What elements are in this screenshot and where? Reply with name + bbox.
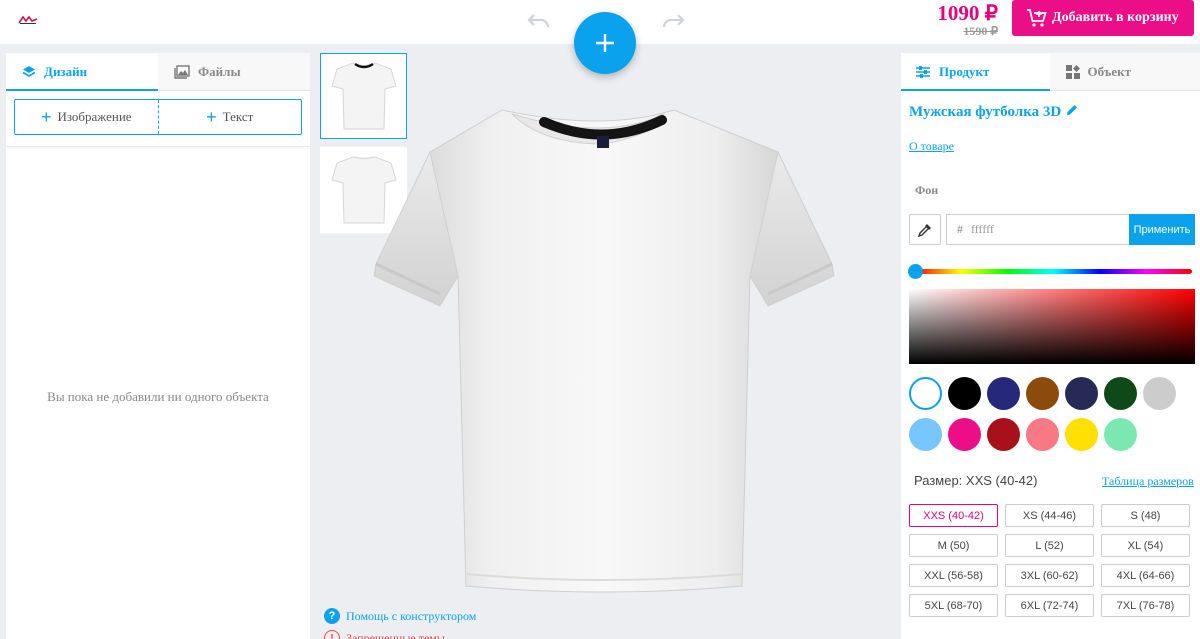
add-object-row: + Изображение + Текст xyxy=(14,99,302,135)
plus-icon: + xyxy=(206,106,217,127)
cart-plus-icon xyxy=(1027,9,1047,27)
color-swatch[interactable] xyxy=(948,418,981,451)
tab-object-label: Объект xyxy=(1087,63,1132,79)
price-block: 1090 ₽ 1590 ₽ xyxy=(928,2,998,38)
color-swatch[interactable] xyxy=(909,377,942,410)
empty-objects-message: Вы пока не добавили ни одного объекта xyxy=(47,389,269,404)
hex-field: # xyxy=(946,214,1129,245)
hue-slider-thumb[interactable] xyxy=(908,264,923,279)
product-title: Мужская футболка 3D xyxy=(909,104,1078,121)
right-tabs: Продукт Объект xyxy=(901,53,1200,91)
tab-files[interactable]: Файлы xyxy=(158,53,310,90)
hex-input[interactable] xyxy=(971,222,1111,237)
question-icon: ? xyxy=(324,608,340,624)
tab-product-label: Продукт xyxy=(939,63,990,79)
color-swatch[interactable] xyxy=(987,418,1020,451)
tshirt-canvas[interactable] xyxy=(372,106,836,600)
saturation-value-picker[interactable] xyxy=(909,289,1195,364)
layers-icon xyxy=(22,65,36,79)
size-options: XXS (40-42) XS (44-46) S (48) M (50) L (52) X… xyxy=(909,504,1190,617)
add-text-button[interactable]: + Текст xyxy=(159,100,302,134)
eyedropper-button[interactable] xyxy=(909,214,941,245)
divider xyxy=(6,146,310,147)
left-panel: Дизайн Файлы + Изображение + Текст Вы пока… xyxy=(6,53,310,639)
color-swatch[interactable] xyxy=(909,418,942,451)
size-option[interactable]: XS (44-46) xyxy=(1005,504,1094,527)
apply-color-button[interactable]: Применить xyxy=(1129,214,1195,245)
forbidden-topics-link[interactable]: ! Запрещенные темы xyxy=(324,630,445,639)
tab-product[interactable]: Продукт xyxy=(901,53,1050,91)
size-option[interactable]: 6XL (72-74) xyxy=(1005,594,1094,617)
add-image-button[interactable]: + Изображение xyxy=(15,100,159,134)
tab-design-label: Дизайн xyxy=(44,63,88,79)
price-old: 1590 ₽ xyxy=(963,24,998,38)
plus-icon: + xyxy=(40,106,52,127)
image-icon xyxy=(174,64,190,79)
product-title-text: Мужская футболка 3D xyxy=(909,104,1062,120)
color-swatch[interactable] xyxy=(1065,377,1098,410)
color-swatch[interactable] xyxy=(1026,377,1059,410)
size-option[interactable]: M (50) xyxy=(909,534,998,557)
add-to-cart-label: Добавить в корзину xyxy=(1052,10,1179,25)
size-option[interactable]: 5XL (68-70) xyxy=(909,594,998,617)
size-table-link[interactable]: Таблица размеров xyxy=(1102,474,1194,489)
size-option[interactable]: XXL (56-58) xyxy=(909,564,998,587)
undo-icon[interactable] xyxy=(526,9,552,31)
color-swatch[interactable] xyxy=(1065,418,1098,451)
eyedropper-icon xyxy=(917,223,931,237)
color-swatch[interactable] xyxy=(1104,418,1137,451)
size-option[interactable]: 3XL (60-62) xyxy=(1005,564,1094,587)
help-link[interactable]: ? Помощь с конструктором xyxy=(324,608,476,624)
left-tabs: Дизайн Файлы xyxy=(6,53,310,91)
tab-object[interactable]: Объект xyxy=(1049,53,1200,90)
size-option[interactable]: XL (54) xyxy=(1101,534,1190,557)
size-option[interactable]: XXS (40-42) xyxy=(909,504,998,527)
add-image-label: Изображение xyxy=(57,109,132,124)
color-swatches xyxy=(909,377,1199,451)
sliders-icon xyxy=(915,65,931,79)
hue-slider[interactable] xyxy=(915,269,1192,274)
help-label: Помощь с конструктором xyxy=(346,608,477,623)
color-swatch[interactable] xyxy=(987,377,1020,410)
hex-prefix: # xyxy=(957,222,963,236)
size-option[interactable]: 4XL (64-66) xyxy=(1101,564,1190,587)
grid-icon xyxy=(1065,64,1080,79)
size-label: Размер: XXS (40-42) xyxy=(914,473,1038,488)
size-option[interactable]: L (52) xyxy=(1005,534,1094,557)
about-product-link[interactable]: О товаре xyxy=(909,139,954,154)
color-swatch[interactable] xyxy=(1026,418,1059,451)
forbidden-label: Запрещенные темы xyxy=(346,630,445,639)
add-text-label: Текст xyxy=(222,109,254,124)
color-swatch[interactable] xyxy=(1104,377,1137,410)
plus-icon xyxy=(596,34,614,52)
logo[interactable] xyxy=(18,12,38,24)
size-option[interactable]: 7XL (76-78) xyxy=(1101,594,1190,617)
tab-design[interactable]: Дизайн xyxy=(6,53,158,91)
price-current: 1090 ₽ xyxy=(937,1,998,25)
tab-files-label: Файлы xyxy=(198,63,241,79)
warning-icon: ! xyxy=(324,630,340,639)
pencil-icon[interactable] xyxy=(1066,104,1078,121)
size-option[interactable]: S (48) xyxy=(1101,504,1190,527)
redo-icon[interactable] xyxy=(660,9,686,31)
color-swatch[interactable] xyxy=(948,377,981,410)
color-swatch[interactable] xyxy=(1143,377,1176,410)
add-to-cart-button[interactable]: Добавить в корзину xyxy=(1012,0,1194,36)
background-label: Фон xyxy=(915,183,939,197)
right-panel: Продукт Объект Мужская футболка 3D О тов… xyxy=(901,53,1200,639)
add-element-button[interactable] xyxy=(574,12,636,74)
